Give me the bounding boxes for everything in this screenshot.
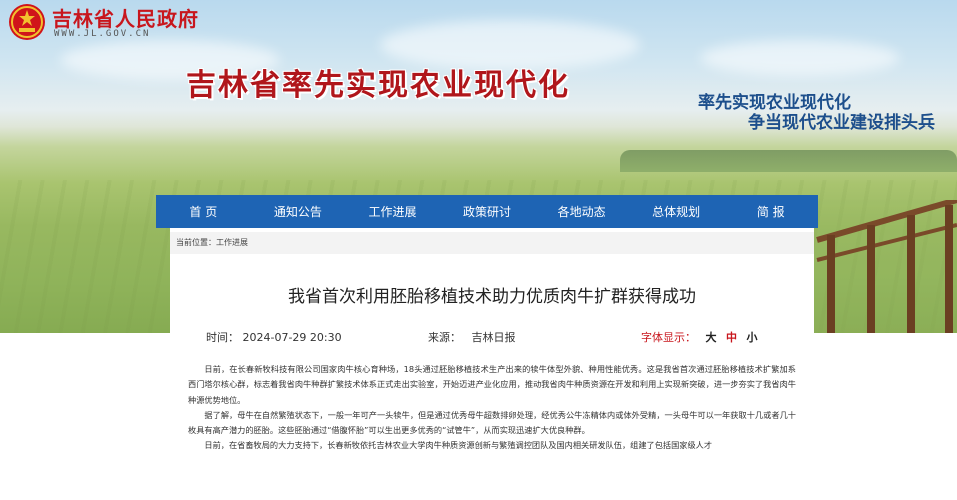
article-time: 时间： 2024-07-29 20:30 xyxy=(206,329,342,345)
font-size-small-button[interactable]: 小 xyxy=(747,331,758,344)
font-size-label: 字体显示： xyxy=(641,331,696,344)
national-emblem-logo[interactable] xyxy=(8,3,46,41)
main-nav: 首 页 通知公告 工作进展 政策研讨 各地动态 总体规划 简 报 xyxy=(156,195,818,228)
font-size-selector: 字体显示： 大 中 小 xyxy=(641,329,758,345)
cloud-decoration xyxy=(700,40,900,76)
nav-item-policy[interactable]: 政策研讨 xyxy=(440,203,535,220)
time-value: 2024-07-29 20:30 xyxy=(242,331,342,344)
article-title: 我省首次利用胚胎移植技术助力优质肉牛扩群获得成功 xyxy=(288,287,696,307)
nav-item-notices[interactable]: 通知公告 xyxy=(251,203,346,220)
article-paragraph: 日前，在长春新牧科技有限公司国家肉牛核心育种场，18头通过胚胎移植技术生产出来的… xyxy=(188,364,796,405)
treeline-decoration xyxy=(620,150,957,172)
source-label: 来源： xyxy=(428,331,461,344)
site-url: WWW.JL.GOV.CN xyxy=(54,29,151,39)
article-paragraph: 据了解，母牛在自然繁殖状态下，一般一年可产一头犊牛，但是通过优秀母牛超数排卵处理… xyxy=(188,409,796,436)
article-body: 日前，在长春新牧科技有限公司国家肉牛核心育种场，18头通过胚胎移植技术生产出来的… xyxy=(188,362,796,454)
breadcrumb-current[interactable]: 工作进展 xyxy=(216,238,248,247)
article-source: 来源： 吉林日报 xyxy=(428,329,516,345)
nav-item-progress[interactable]: 工作进展 xyxy=(345,203,440,220)
source-value: 吉林日报 xyxy=(471,331,516,344)
breadcrumb-prefix: 当前位置： xyxy=(176,238,216,247)
nav-item-briefing[interactable]: 简 报 xyxy=(723,203,818,220)
banner-slogan-line2: 争当现代农业建设排头兵 xyxy=(748,113,935,133)
time-label: 时间： xyxy=(206,331,239,344)
article-paragraph: 日前，在省畜牧局的大力支持下，长春新牧依托吉林农业大学肉牛种质资源创新与繁殖调控… xyxy=(204,440,713,451)
font-size-medium-button[interactable]: 中 xyxy=(726,331,737,344)
site-name[interactable]: 吉林省人民政府 xyxy=(52,3,199,32)
nav-item-planning[interactable]: 总体规划 xyxy=(629,203,724,220)
font-size-large-button[interactable]: 大 xyxy=(706,331,717,344)
nav-item-home[interactable]: 首 页 xyxy=(156,203,251,220)
banner-title: 吉林省率先实现农业现代化 xyxy=(186,68,570,103)
wooden-railing-image xyxy=(807,200,957,333)
nav-item-local-news[interactable]: 各地动态 xyxy=(534,203,629,220)
breadcrumb: 当前位置：工作进展 xyxy=(170,232,814,254)
